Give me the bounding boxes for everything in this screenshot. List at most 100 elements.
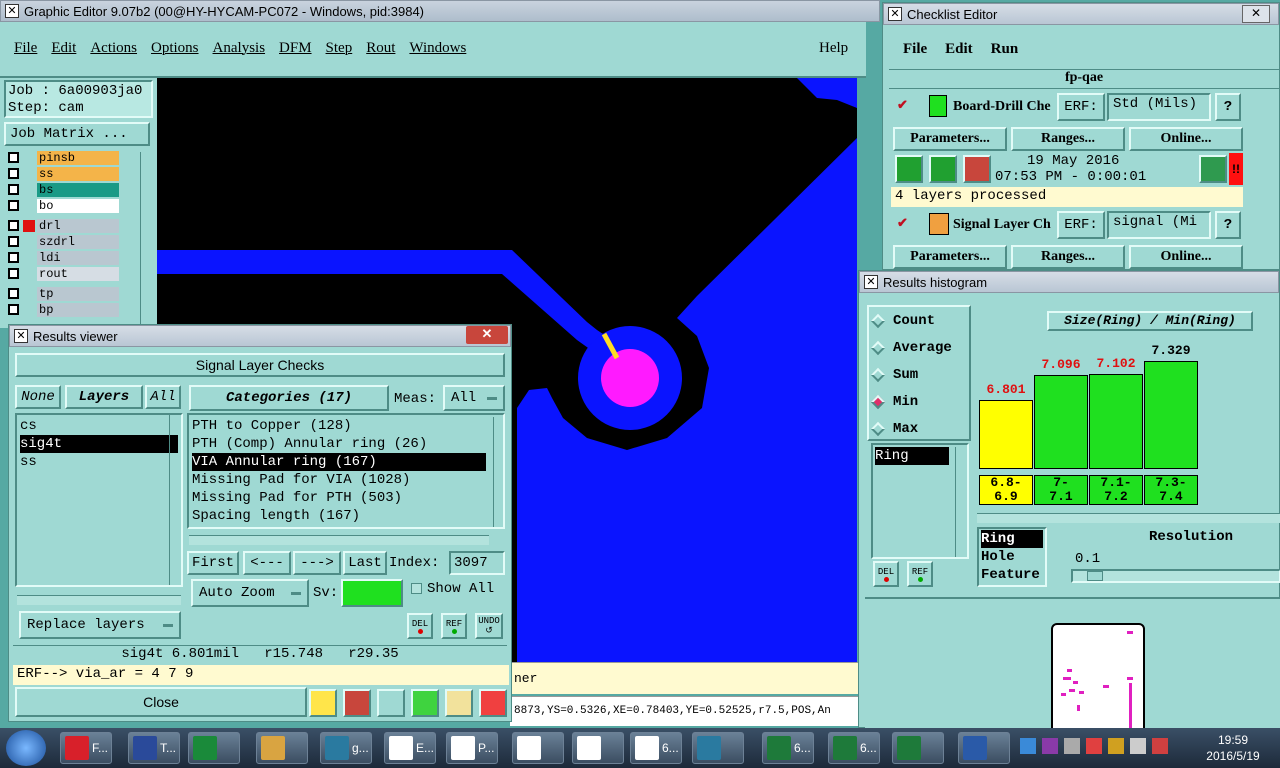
taskbar-item[interactable]: g...: [320, 732, 372, 764]
online2-button[interactable]: Online...: [1129, 245, 1243, 269]
layer-row-tp[interactable]: tp: [8, 286, 119, 301]
option-max[interactable]: Max: [869, 421, 918, 437]
taskbar-item[interactable]: [512, 732, 564, 764]
layer-checkbox[interactable]: [8, 220, 19, 231]
checklist-menu-file[interactable]: File: [903, 41, 927, 58]
taskbar-item[interactable]: [958, 732, 1010, 764]
taskbar-item[interactable]: 6...: [630, 732, 682, 764]
category-scroll[interactable]: [493, 417, 505, 527]
rv-layer-scroll[interactable]: [169, 415, 181, 585]
hist-field-item[interactable]: Feature: [981, 566, 1043, 584]
layer-name[interactable]: ss: [37, 166, 119, 181]
field-scroll[interactable]: [955, 447, 967, 557]
last-button[interactable]: Last: [343, 551, 387, 575]
auto-zoom-select[interactable]: Auto Zoom: [191, 579, 309, 607]
chart-hscroll[interactable]: [977, 513, 1280, 523]
start-button[interactable]: [6, 730, 46, 766]
stop-run-icon[interactable]: [963, 155, 991, 183]
volume-icon[interactable]: [1130, 738, 1146, 754]
menu-file[interactable]: File: [14, 40, 37, 57]
menu-rout[interactable]: Rout: [366, 40, 395, 57]
layer-checkbox[interactable]: [8, 288, 19, 299]
undo-button[interactable]: UNDO ↺: [475, 613, 503, 639]
check1-toggle[interactable]: ✔: [897, 97, 908, 113]
taskbar-item[interactable]: [256, 732, 308, 764]
menu-analysis[interactable]: Analysis: [213, 40, 266, 57]
run-step-icon[interactable]: [929, 155, 957, 183]
taskbar-item[interactable]: 6...: [828, 732, 880, 764]
layer-row-ss[interactable]: ss: [8, 166, 119, 181]
taskbar-item[interactable]: P...: [446, 732, 498, 764]
tray-icon[interactable]: [1086, 738, 1102, 754]
all-layers-button[interactable]: All: [145, 385, 181, 409]
rv-layer-item[interactable]: cs: [20, 417, 178, 435]
layer-scrollbar[interactable]: [140, 152, 152, 328]
layer-checkbox[interactable]: [8, 184, 19, 195]
tray-icon[interactable]: [1020, 738, 1036, 754]
layer-row-rout[interactable]: rout: [8, 266, 119, 281]
layer-name[interactable]: drl: [37, 218, 119, 233]
taskbar-item[interactable]: [892, 732, 944, 764]
run-icon[interactable]: [895, 155, 923, 183]
category-item[interactable]: Missing Pad for VIA (1028): [192, 471, 500, 489]
menu-help[interactable]: Help: [819, 40, 848, 57]
taskbar-item[interactable]: F...: [60, 732, 112, 764]
layer-row-bp[interactable]: bp: [8, 302, 119, 317]
menu-options[interactable]: Options: [151, 40, 199, 57]
slider-thumb[interactable]: [1087, 571, 1103, 581]
index-input[interactable]: 3097: [449, 551, 505, 575]
check1-erf-value[interactable]: Std (Mils): [1107, 93, 1211, 121]
category-item[interactable]: Spacing length (167): [192, 507, 500, 525]
ref-button[interactable]: REF: [441, 613, 467, 639]
hist-field-item-selected[interactable]: Ring: [981, 530, 1043, 548]
category-item[interactable]: PTH (Comp) Annular ring (26): [192, 435, 500, 453]
check1-help-button[interactable]: ?: [1215, 93, 1241, 121]
layer-row-bo[interactable]: bo: [8, 198, 119, 213]
histogram-bar[interactable]: [1089, 374, 1143, 469]
del-button[interactable]: DEL: [407, 613, 433, 639]
layer-row-ldi[interactable]: ldi: [8, 250, 119, 265]
layer-checkbox[interactable]: [8, 236, 19, 247]
taskbar-item[interactable]: 6...: [762, 732, 814, 764]
check2-erf-value[interactable]: signal (Mi: [1107, 211, 1211, 239]
taskbar-item[interactable]: T...: [128, 732, 180, 764]
option-sum[interactable]: Sum: [869, 367, 918, 383]
layer-row-drl[interactable]: drl: [8, 218, 119, 233]
layer-name[interactable]: rout: [37, 266, 119, 281]
rv-layer-hscroll[interactable]: [17, 595, 181, 605]
prev-button[interactable]: <---: [243, 551, 291, 575]
report-icon[interactable]: [445, 689, 473, 717]
tray-icon[interactable]: [1042, 738, 1058, 754]
layer-checkbox[interactable]: [8, 304, 19, 315]
hist-del-button[interactable]: DEL: [873, 561, 899, 587]
layer-name[interactable]: bp: [37, 302, 119, 317]
resolution-slider[interactable]: [1071, 569, 1280, 583]
category-item[interactable]: Missing Pad for PTH (503): [192, 489, 500, 507]
check2-help-button[interactable]: ?: [1215, 211, 1241, 239]
histogram-icon[interactable]: [479, 689, 507, 717]
ranges1-button[interactable]: Ranges...: [1011, 127, 1125, 151]
category-item[interactable]: PTH to Copper (128): [192, 417, 500, 435]
category-hscroll[interactable]: [189, 535, 489, 545]
layer-name[interactable]: tp: [37, 286, 119, 301]
traffic-light-icon[interactable]: [309, 689, 337, 717]
clock[interactable]: 19:59 2016/5/19: [1196, 732, 1270, 764]
number-icon[interactable]: [411, 689, 439, 717]
categories-button[interactable]: Categories (17): [189, 385, 389, 411]
close-button[interactable]: Close: [15, 687, 307, 717]
rv-layer-item-selected[interactable]: sig4t: [20, 435, 178, 453]
taskbar-item[interactable]: E...: [384, 732, 436, 764]
zoom-icon[interactable]: [1199, 155, 1227, 183]
network-icon[interactable]: [1152, 738, 1168, 754]
params2-button[interactable]: Parameters...: [893, 245, 1007, 269]
check2-toggle[interactable]: ✔: [897, 215, 908, 231]
layer-name[interactable]: bs: [37, 182, 119, 197]
menu-windows[interactable]: Windows: [409, 40, 466, 57]
layer-row-szdrl[interactable]: szdrl: [8, 234, 119, 249]
replace-layers-select[interactable]: Replace layers: [19, 611, 181, 639]
layer-checkbox[interactable]: [8, 152, 19, 163]
menu-actions[interactable]: Actions: [90, 40, 137, 57]
ranges2-button[interactable]: Ranges...: [1011, 245, 1125, 269]
taskbar-item[interactable]: [692, 732, 744, 764]
layer-checkbox[interactable]: [8, 200, 19, 211]
